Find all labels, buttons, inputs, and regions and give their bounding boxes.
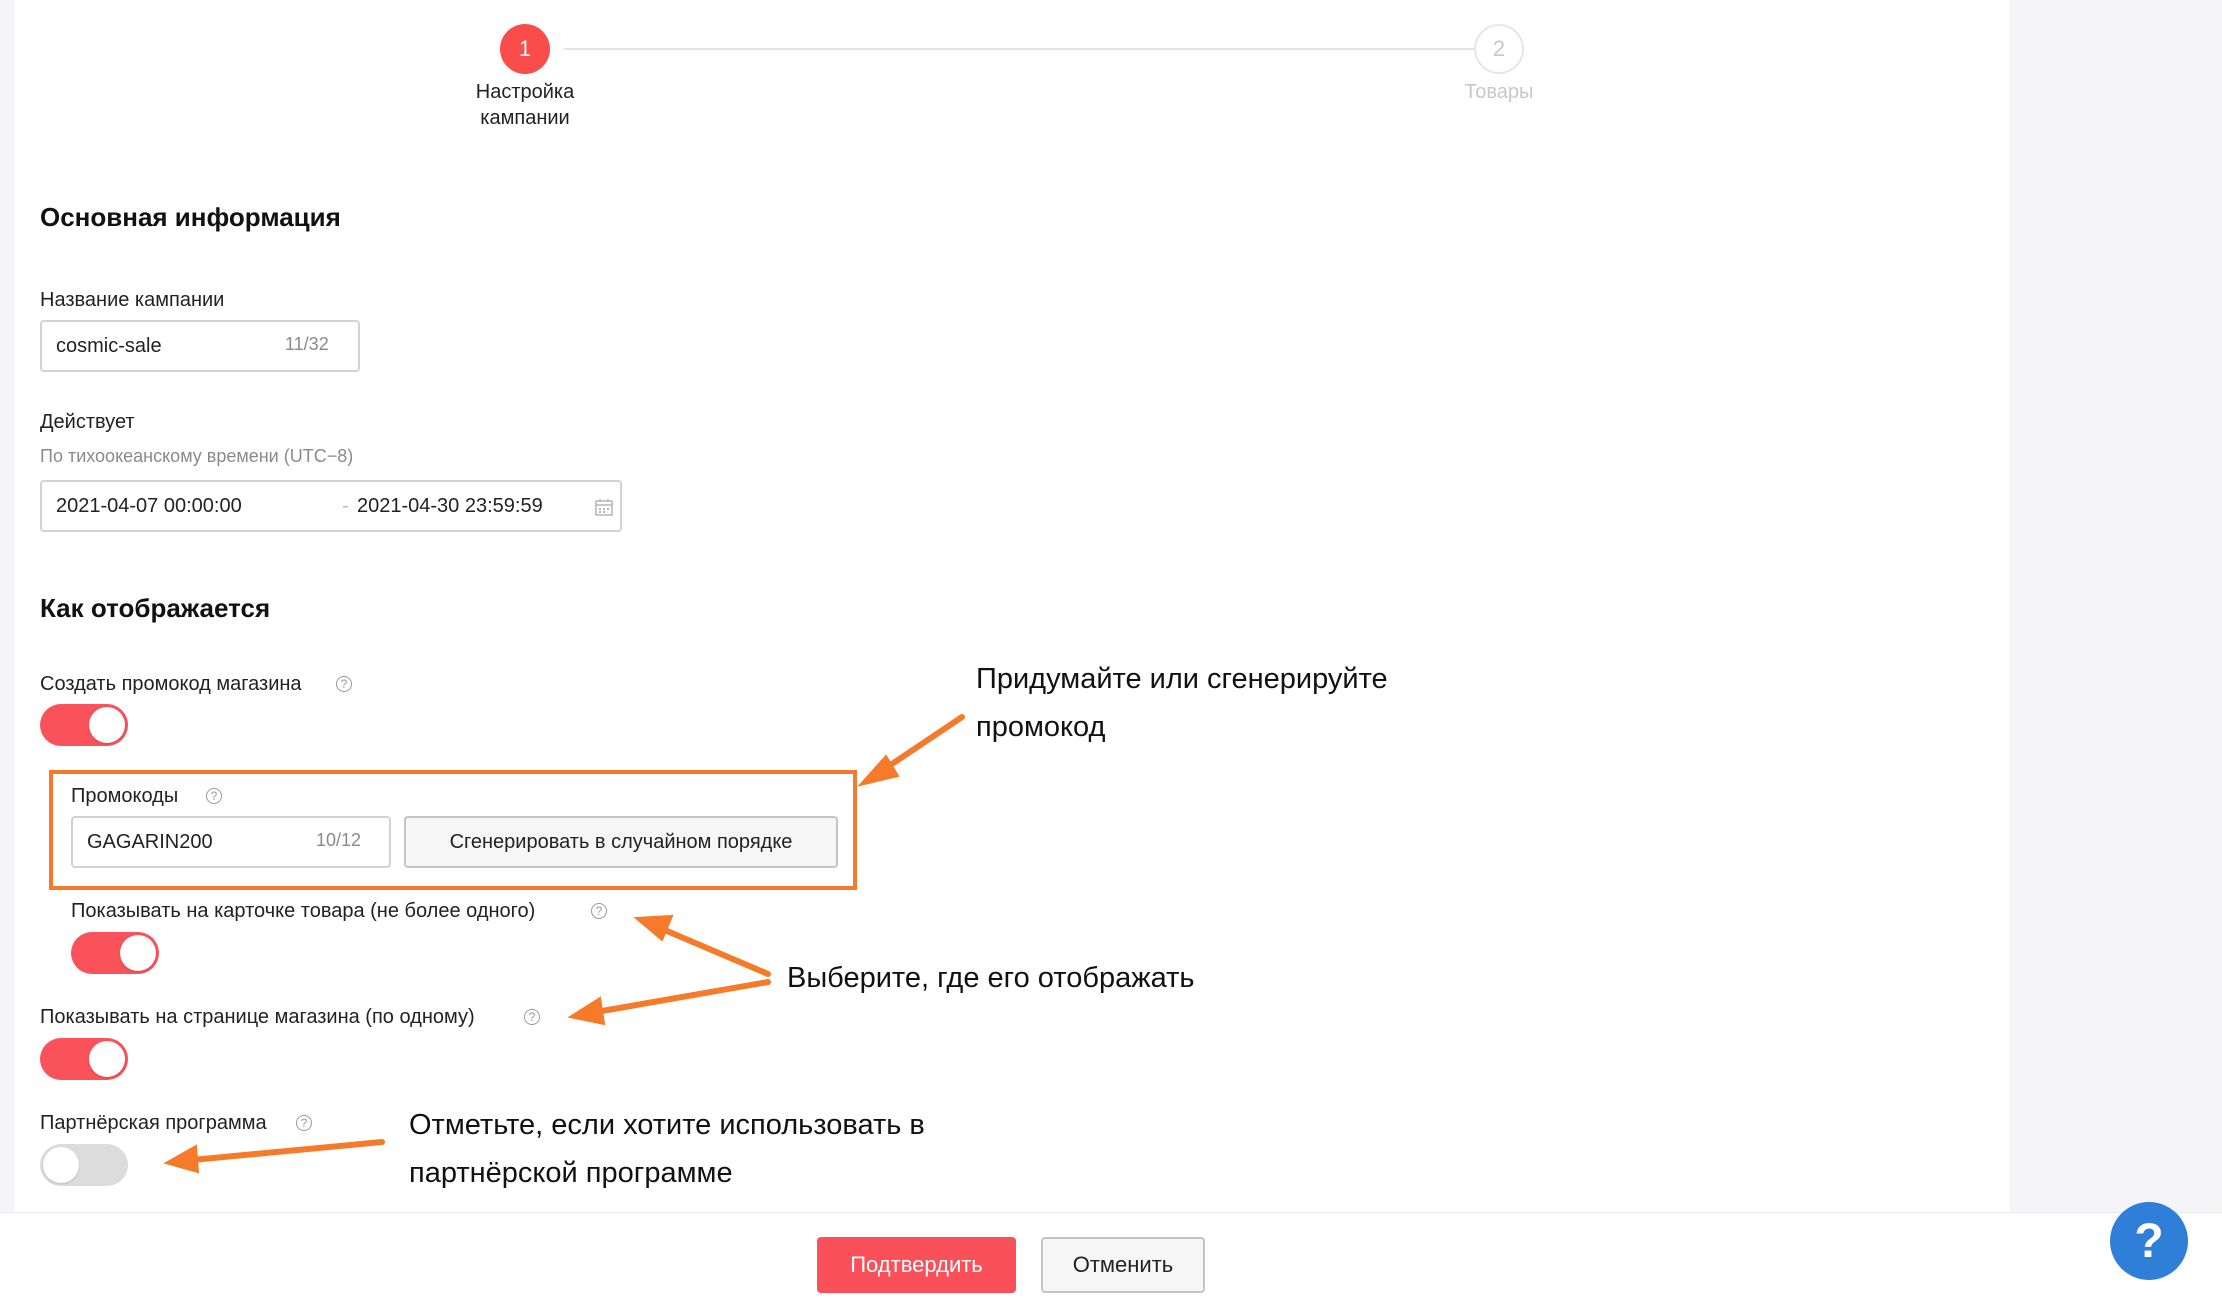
- help-button[interactable]: ?: [2110, 1202, 2188, 1280]
- cancel-button[interactable]: Отменить: [1041, 1237, 1205, 1293]
- annotation-arrows: [163, 714, 965, 1174]
- confirm-button[interactable]: Подтвердить: [817, 1237, 1016, 1293]
- footer-bar: Подтвердить Отменить: [0, 1212, 2222, 1315]
